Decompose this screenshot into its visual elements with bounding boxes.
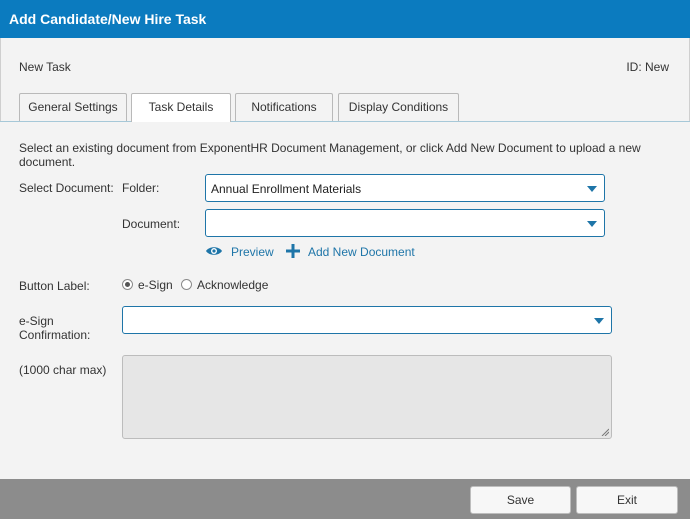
dialog-title-bar: Add Candidate/New Hire Task bbox=[0, 0, 690, 38]
task-id-label: ID: New bbox=[626, 60, 669, 74]
chevron-down-icon bbox=[594, 318, 604, 324]
tab-general-settings[interactable]: General Settings bbox=[19, 93, 127, 121]
eye-icon[interactable] bbox=[205, 245, 223, 257]
add-new-document-link[interactable]: Add New Document bbox=[308, 245, 415, 259]
resize-grip-icon[interactable] bbox=[601, 428, 609, 436]
tab-notifications[interactable]: Notifications bbox=[235, 93, 333, 121]
plus-icon[interactable] bbox=[286, 244, 300, 258]
esign-radio[interactable] bbox=[122, 279, 133, 290]
document-select[interactable] bbox=[205, 209, 605, 237]
folder-select[interactable]: Annual Enrollment Materials bbox=[205, 174, 605, 202]
char-max-label: (1000 char max) bbox=[19, 363, 107, 377]
esign-confirmation-select[interactable] bbox=[122, 306, 612, 334]
document-label: Document: bbox=[122, 217, 181, 231]
dialog-title: Add Candidate/New Hire Task bbox=[9, 11, 207, 27]
acknowledge-radio[interactable] bbox=[181, 279, 192, 290]
select-document-label: Select Document: bbox=[19, 181, 114, 195]
save-button[interactable]: Save bbox=[470, 486, 571, 514]
esign-radio-label[interactable]: e-Sign bbox=[138, 278, 173, 292]
folder-label: Folder: bbox=[122, 181, 160, 195]
instructions-text: Select an existing document from Exponen… bbox=[19, 141, 641, 169]
confirmation-textarea[interactable] bbox=[122, 355, 612, 439]
task-name-label: New Task bbox=[19, 60, 71, 74]
esign-confirmation-label: e-Sign Confirmation: bbox=[19, 314, 91, 342]
tab-display-conditions[interactable]: Display Conditions bbox=[338, 93, 459, 121]
chevron-down-icon bbox=[587, 221, 597, 227]
folder-select-value: Annual Enrollment Materials bbox=[211, 182, 362, 196]
exit-button[interactable]: Exit bbox=[576, 486, 678, 514]
button-label-label: Button Label: bbox=[19, 279, 90, 293]
chevron-down-icon bbox=[587, 186, 597, 192]
acknowledge-radio-label[interactable]: Acknowledge bbox=[197, 278, 268, 292]
tab-task-details[interactable]: Task Details bbox=[131, 93, 231, 122]
preview-link[interactable]: Preview bbox=[231, 245, 274, 259]
